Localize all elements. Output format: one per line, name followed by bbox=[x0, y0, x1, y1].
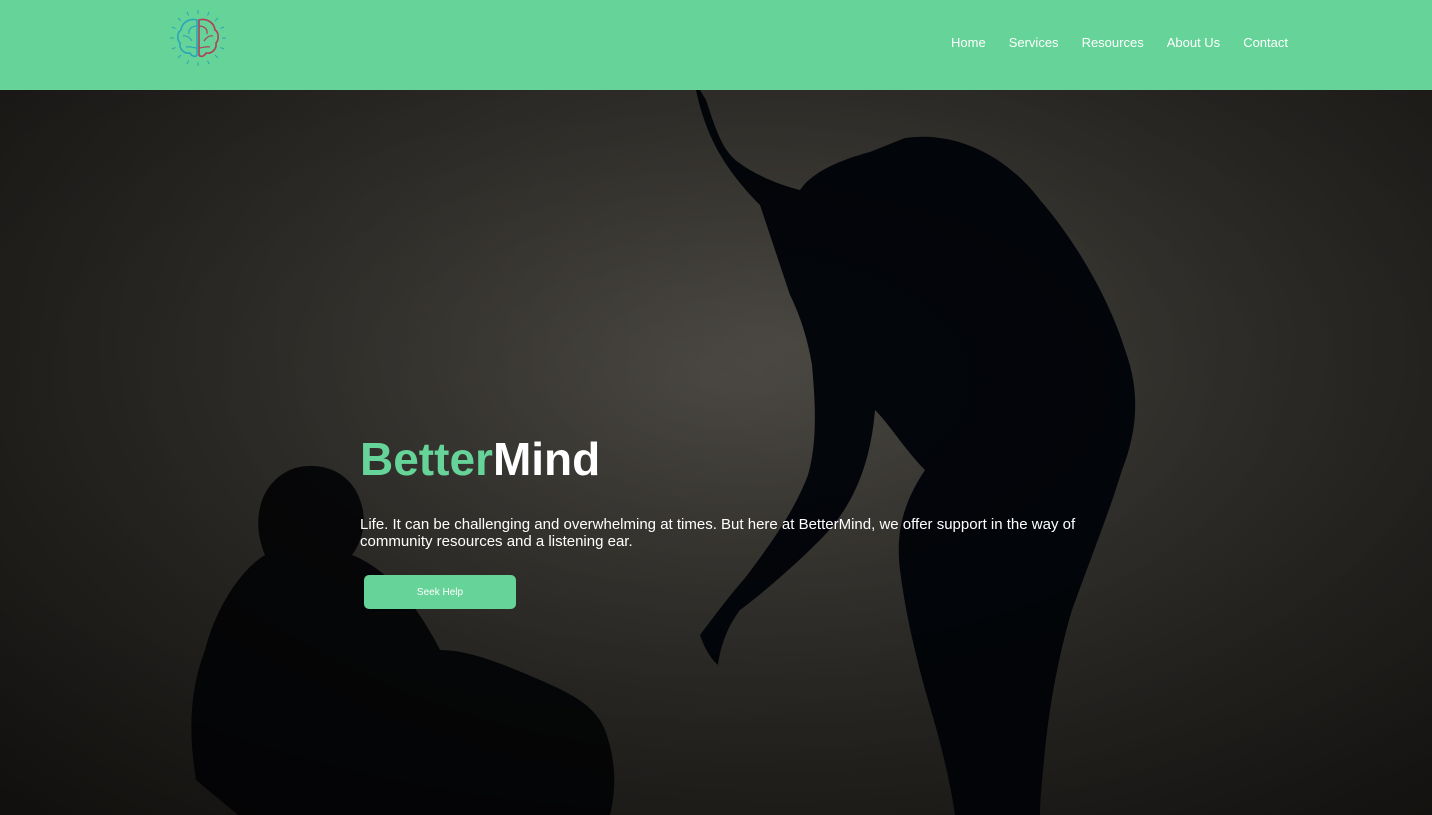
nav-about-us-link[interactable]: About Us bbox=[1167, 34, 1220, 51]
hero-section: BetterMind Life. It can be challenging a… bbox=[0, 90, 1432, 815]
seek-help-button[interactable]: Seek Help bbox=[364, 575, 516, 609]
nav-home-link[interactable]: Home bbox=[951, 34, 986, 51]
nav-resources-link[interactable]: Resources bbox=[1082, 34, 1144, 51]
navbar: Home Services Resources About Us Contact bbox=[0, 0, 1432, 90]
hero-content: BetterMind Life. It can be challenging a… bbox=[360, 432, 1080, 609]
main-nav: Home Services Resources About Us Contact bbox=[928, 34, 1288, 51]
hero-tagline: Life. It can be challenging and overwhel… bbox=[360, 516, 1076, 550]
title-better: Better bbox=[360, 433, 493, 485]
title-mind: Mind bbox=[492, 433, 601, 485]
brain-logo-icon[interactable] bbox=[168, 8, 228, 68]
nav-services-link[interactable]: Services bbox=[1009, 34, 1059, 51]
hero-title: BetterMind bbox=[360, 432, 1080, 486]
nav-contact-link[interactable]: Contact bbox=[1243, 34, 1288, 51]
